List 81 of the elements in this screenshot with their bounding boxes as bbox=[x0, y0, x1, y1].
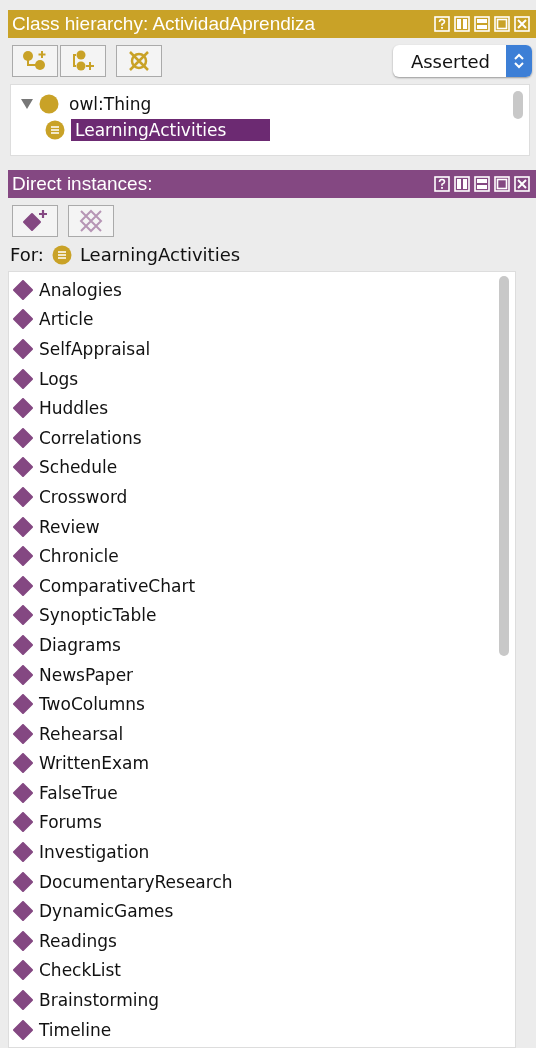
instance-item[interactable]: Huddles bbox=[39, 398, 109, 419]
tree-item[interactable]: owl:Thing bbox=[65, 93, 156, 115]
instance-icon bbox=[13, 694, 33, 715]
class-icon bbox=[51, 244, 72, 265]
instance-item[interactable]: Logs bbox=[39, 368, 79, 389]
instance-item[interactable]: FalseTrue bbox=[39, 782, 118, 803]
help-icon[interactable] bbox=[434, 176, 450, 192]
instance-icon bbox=[13, 901, 33, 922]
scrollbar-thumb[interactable] bbox=[513, 91, 523, 119]
instance-icon bbox=[13, 842, 33, 863]
class-icon bbox=[45, 120, 65, 140]
split-horizontal-icon[interactable] bbox=[474, 176, 490, 192]
instance-icon bbox=[13, 782, 33, 803]
add-instance-button[interactable] bbox=[12, 205, 58, 237]
instance-item[interactable]: Rehearsal bbox=[39, 723, 124, 744]
for-class-name: LearningActivities bbox=[79, 244, 241, 265]
instance-item[interactable]: Brainstorming bbox=[39, 990, 160, 1011]
instance-item[interactable]: Diagrams bbox=[39, 634, 121, 655]
split-vertical-icon[interactable] bbox=[454, 176, 470, 192]
add-sibling-button[interactable] bbox=[60, 45, 106, 77]
crossed-diamond-icon bbox=[78, 208, 104, 234]
instance-item[interactable]: Review bbox=[39, 516, 100, 537]
instance-icon bbox=[13, 575, 33, 596]
instance-item[interactable]: Forums bbox=[39, 812, 102, 833]
instance-item[interactable]: Timeline bbox=[39, 1019, 112, 1040]
add-diamond-icon bbox=[21, 209, 49, 233]
instance-icon bbox=[13, 960, 33, 981]
add-subclass-icon bbox=[22, 50, 48, 72]
instance-icon bbox=[13, 486, 33, 507]
instance-item[interactable]: DocumentaryResearch bbox=[39, 871, 233, 892]
instance-icon bbox=[13, 1019, 33, 1040]
view-dropdown[interactable]: Asserted bbox=[392, 45, 532, 77]
crossed-circle-icon bbox=[127, 49, 151, 73]
instance-icon bbox=[13, 871, 33, 892]
instance-item[interactable]: SynopticTable bbox=[39, 605, 157, 626]
instance-icon bbox=[13, 516, 33, 537]
scrollbar-thumb[interactable] bbox=[499, 276, 509, 656]
close-icon[interactable] bbox=[514, 176, 530, 192]
panel-title: Direct instances: bbox=[12, 173, 153, 195]
instance-icon bbox=[13, 990, 33, 1011]
instance-item[interactable]: NewsPaper bbox=[39, 664, 134, 685]
instance-icon bbox=[13, 398, 33, 419]
instance-item[interactable]: Crossword bbox=[39, 486, 128, 507]
instance-item[interactable]: Investigation bbox=[39, 842, 150, 863]
maximize-icon[interactable] bbox=[494, 176, 510, 192]
class-icon bbox=[39, 94, 59, 114]
instance-icon bbox=[13, 427, 33, 448]
up-down-caret-icon bbox=[513, 52, 525, 70]
for-label: For: bbox=[10, 244, 44, 265]
tree-item[interactable]: LearningActivities bbox=[71, 119, 271, 141]
instance-item[interactable]: Readings bbox=[39, 930, 117, 951]
instance-icon bbox=[13, 664, 33, 685]
instance-icon bbox=[13, 930, 33, 951]
instance-icon bbox=[13, 339, 33, 359]
instance-item[interactable]: WrittenExam bbox=[39, 753, 150, 774]
instance-item[interactable]: Correlations bbox=[39, 427, 142, 448]
instance-item[interactable]: Article bbox=[39, 309, 94, 330]
panel-title: Class hierarchy: ActividadAprendiza bbox=[12, 13, 316, 35]
instance-icon bbox=[13, 753, 33, 774]
instance-icon bbox=[13, 457, 33, 478]
add-sibling-icon bbox=[70, 50, 96, 72]
instance-item[interactable]: DynamicGames bbox=[39, 901, 174, 922]
instance-icon bbox=[13, 368, 33, 389]
instance-item[interactable]: SelfAppraisal bbox=[39, 339, 151, 359]
instance-icon bbox=[13, 309, 33, 330]
instance-item[interactable]: ComparativeChart bbox=[39, 575, 196, 596]
instance-icon bbox=[13, 546, 33, 567]
instance-item[interactable]: CheckList bbox=[39, 960, 121, 981]
expand-toggle-icon[interactable] bbox=[21, 99, 33, 109]
instance-icon bbox=[13, 279, 33, 300]
instance-item[interactable]: Schedule bbox=[39, 457, 118, 478]
instance-icon bbox=[13, 634, 33, 655]
instance-icon bbox=[13, 723, 33, 744]
instance-item[interactable]: TwoColumns bbox=[39, 694, 145, 715]
instance-item[interactable]: Chronicle bbox=[39, 546, 119, 567]
add-subclass-button[interactable] bbox=[12, 45, 58, 77]
delete-class-button[interactable] bbox=[116, 45, 162, 77]
delete-instance-button[interactable] bbox=[68, 205, 114, 237]
instance-item[interactable]: Analogies bbox=[39, 279, 122, 300]
instance-icon bbox=[13, 812, 33, 833]
instance-icon bbox=[13, 605, 33, 626]
